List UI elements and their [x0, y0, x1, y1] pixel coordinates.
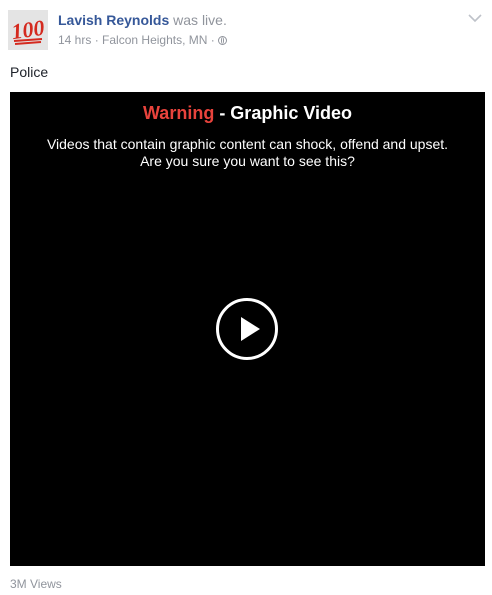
warning-message-line: Videos that contain graphic content can …: [46, 136, 449, 152]
author-name[interactable]: Lavish Reynolds: [58, 12, 169, 28]
play-icon: [241, 317, 260, 341]
warning-message: Videos that contain graphic content can …: [10, 136, 485, 170]
warning-word: Warning: [142, 103, 215, 123]
avatar[interactable]: 100: [8, 10, 48, 50]
globe-icon[interactable]: [218, 36, 228, 45]
meta-separator: ·: [94, 33, 99, 47]
view-count: 3M Views: [10, 577, 62, 591]
post-text: Police: [10, 64, 49, 80]
post-location[interactable]: Falcon Heights, MN: [102, 33, 207, 47]
warning-title: Warning - Graphic Video: [10, 103, 485, 124]
post-header: 100 Lavish Reynolds was live. 14 hrs · F…: [8, 10, 484, 52]
post-meta: 14 hrs · Falcon Heights, MN ·: [58, 33, 228, 47]
warning-subtitle: - Graphic Video: [214, 103, 353, 123]
video-player[interactable]: Warning - Graphic Video Videos that cont…: [10, 92, 485, 566]
post-action: was live.: [173, 12, 227, 28]
play-button[interactable]: [216, 298, 278, 360]
author-line: Lavish Reynolds was live.: [58, 12, 227, 28]
chevron-down-icon[interactable]: [468, 13, 482, 23]
hundred-emoji-avatar-icon: 100: [8, 10, 48, 50]
post-timestamp[interactable]: 14 hrs: [58, 33, 91, 47]
meta-separator: ·: [210, 33, 215, 47]
warning-question-line: Are you sure you want to see this?: [140, 153, 355, 169]
